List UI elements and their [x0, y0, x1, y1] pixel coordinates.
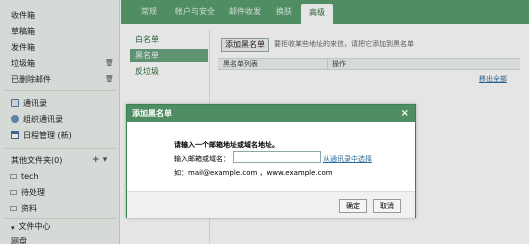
select-from-contacts-link[interactable]: 从通讯录中选择	[323, 154, 372, 164]
dialog-instruction: 请输入一个邮箱地址或域名地址。	[174, 141, 279, 149]
close-icon[interactable]: ×	[401, 105, 409, 122]
address-field-label: 输入邮箱或域名：	[174, 155, 230, 163]
dialog-body: 请输入一个邮箱地址或域名地址。 输入邮箱或域名： 从通讯录中选择 如：mail@…	[127, 122, 415, 191]
dialog-footer: 确定 取消	[127, 191, 415, 218]
ok-button[interactable]: 确定	[339, 199, 367, 213]
cancel-button[interactable]: 取消	[373, 199, 401, 213]
address-input[interactable]	[233, 151, 321, 163]
dialog-title: 添加黑名单	[132, 109, 172, 118]
dialog-example: 如：mail@example.com ，www.example.com	[174, 169, 333, 177]
dialog-header: 添加黑名单 ×	[127, 105, 415, 122]
add-blacklist-dialog: 添加黑名单 × 请输入一个邮箱地址或域名地址。 输入邮箱或域名： 从通讯录中选择…	[126, 104, 416, 218]
